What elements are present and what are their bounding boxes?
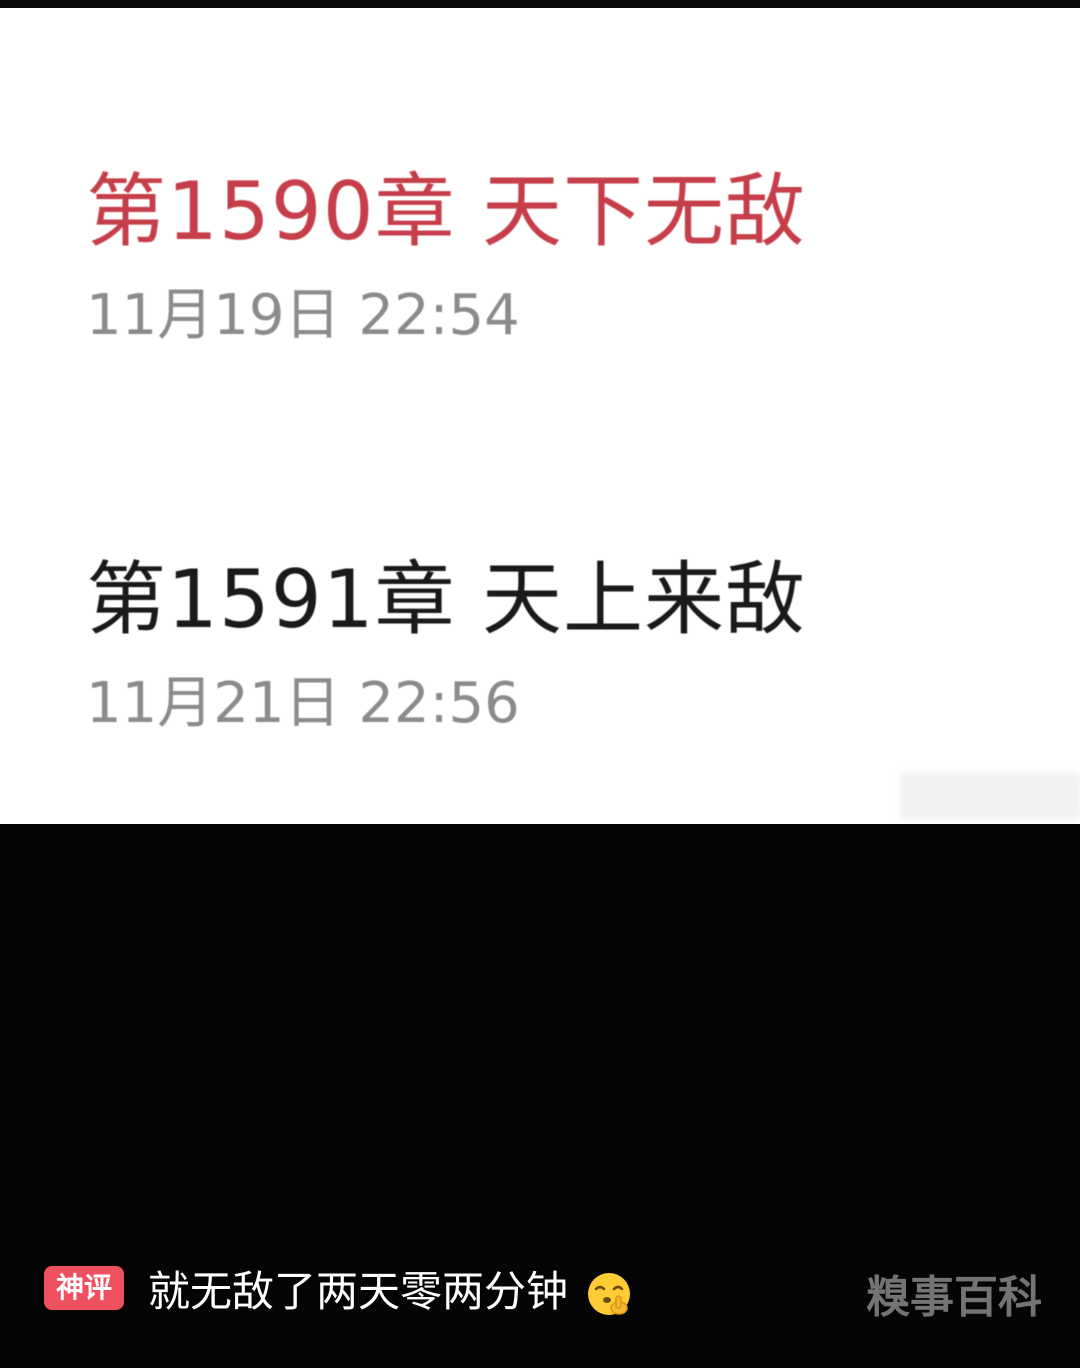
chapter-item: 第1591章 天上来敌 11月21日 22:56: [86, 560, 806, 732]
caption-bar: 神评 就无敌了两天零两分钟: [44, 1258, 633, 1318]
chapter-title: 第1591章 天上来敌: [86, 553, 807, 646]
watermark-logo-icon: 糗事百科: [866, 1272, 1042, 1323]
shushing-face-emoji-icon: [588, 1273, 631, 1315]
corner-smudge: [900, 772, 1080, 820]
chapter-date: 11月21日 22:56: [86, 671, 520, 736]
chapter-list-screenshot: 第1590章 天下无敌 11月19日 22:54 第1591章 天上来敌 11月…: [0, 8, 1080, 824]
chapter-item: 第1590章 天下无敌 11月19日 22:54: [86, 172, 806, 344]
chapter-title: 第1590章 天下无敌: [86, 165, 807, 258]
top-comment-badge: 神评: [44, 1266, 125, 1310]
watermark-text: 糗事百科: [866, 1272, 1042, 1323]
caption-text: 就无敌了两天零两分钟: [148, 1258, 633, 1319]
chapter-date: 11月19日 22:54: [86, 283, 520, 348]
caption-text-content: 就无敌了两天零两分钟: [148, 1266, 569, 1316]
video-frame: 第1590章 天下无敌 11月19日 22:54 第1591章 天上来敌 11月…: [0, 0, 1080, 1368]
top-strip: [0, 0, 1080, 8]
